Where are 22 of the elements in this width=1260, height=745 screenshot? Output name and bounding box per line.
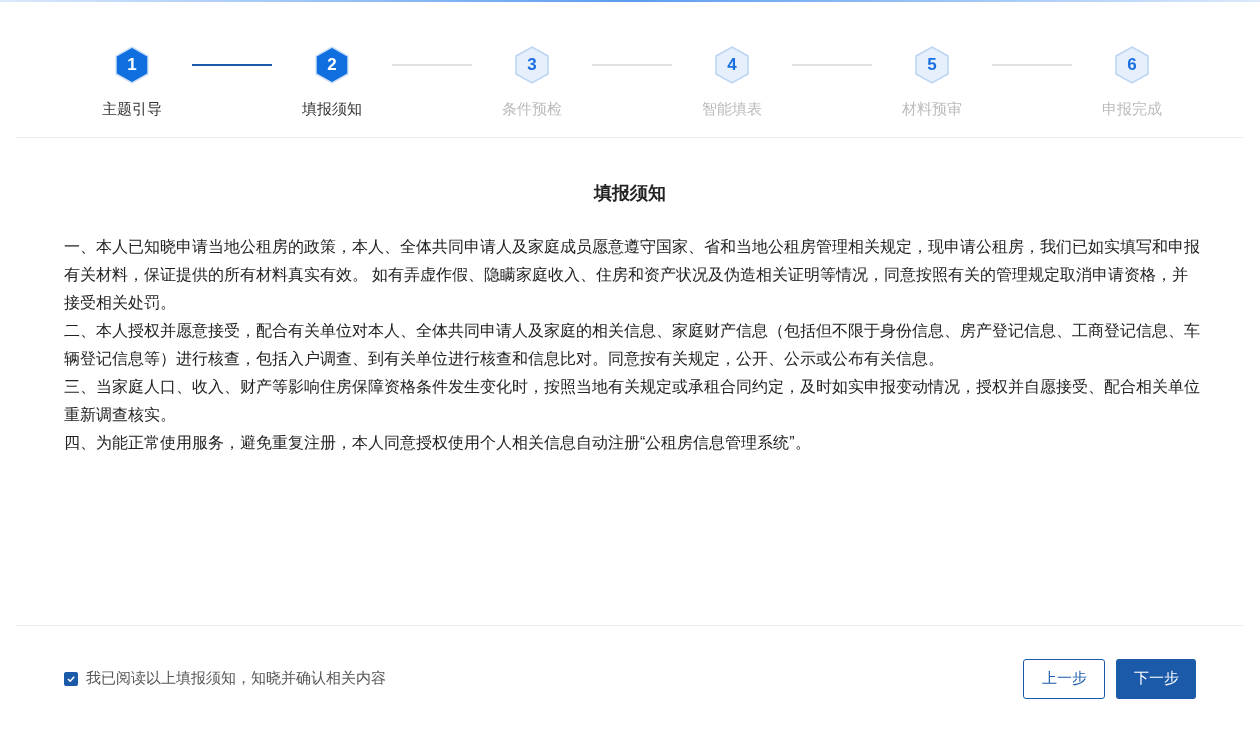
agreement-label: 我已阅读以上填报须知，知晓并确认相关内容 (86, 668, 386, 689)
step-number: 3 (527, 55, 537, 75)
notice-paragraph: 二、本人授权并愿意接受，配合有关单位对本人、全体共同申请人及家庭的相关信息、家庭财产信息（包括但不限于身份信息、房产登记信息、工商登记信息、车辆登记信息等）进行核查，包括入户调查、到有关单位进行核查和信息比对。同意按有关规定，公开、公示或公布有关信息。 (64, 321, 1201, 369)
step-label: 智能填表 (702, 99, 762, 119)
notice-paragraph: 一、本人已知晓申请当地公租房的政策，本人、全体共同申请人及家庭成员愿意遵守国家、省和当地公租房管理相关规定，现申请公租房，我们已如实填写和申报有关材料，保证提供的所有材料真实有效。 如有弄虚作假、隐瞒家庭收入、住房和资产状况及伪造相关证明等情况，同意按照有关的管理规定取消申请资格，并接受相关处罚。 (64, 237, 1201, 313)
step-number: 6 (1127, 55, 1137, 75)
step-label: 填报须知 (302, 99, 362, 119)
step-number: 1 (127, 55, 137, 75)
notice-paragraph: 四、为能正常使用服务，避免重复注册，本人同意授权使用个人相关信息自动注册“公租房信息管理系统”。 (64, 433, 812, 453)
notice-paragraph: 三、当家庭人口、收入、财产等影响住房保障资格条件发生变化时，按照当地有关规定或承租合同约定，及时如实申报变动情况，授权并自愿接受、配合相关单位重新调查核实。 (64, 377, 1201, 425)
agree-checkbox[interactable] (64, 671, 78, 686)
step-number: 4 (727, 55, 737, 75)
step-label: 主题引导 (102, 99, 162, 119)
step-number: 2 (327, 55, 337, 75)
previous-step-button[interactable]: 上一步 (1023, 658, 1105, 699)
step-label: 申报完成 (1102, 99, 1162, 119)
step-number: 5 (927, 55, 937, 75)
notice-title: 填报须知 (592, 182, 667, 205)
step-label: 材料预审 (902, 99, 962, 119)
next-step-button[interactable]: 下一步 (1116, 658, 1196, 699)
check-icon (66, 673, 76, 684)
step-label: 条件预检 (502, 99, 562, 119)
